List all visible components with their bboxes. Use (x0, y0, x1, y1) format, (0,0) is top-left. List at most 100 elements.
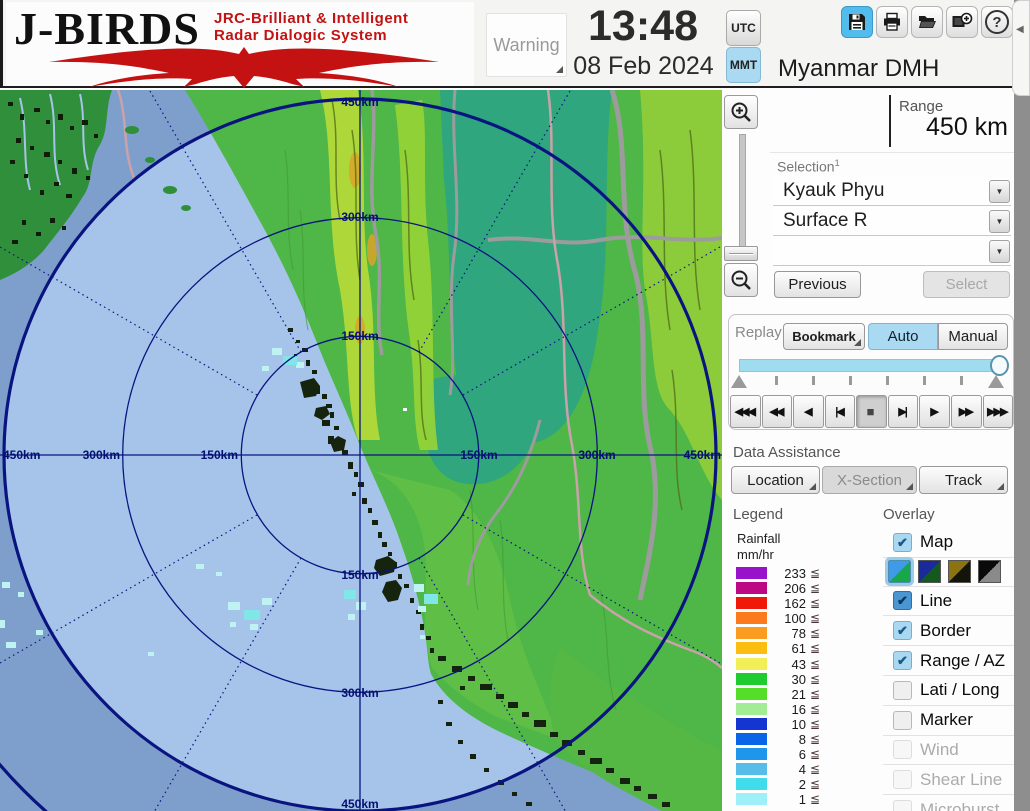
slider-tick (886, 376, 889, 385)
playback-button[interactable]: ▶| (888, 395, 919, 428)
zoom-in-button[interactable] (724, 95, 758, 129)
less-equal-sign: ≦ (810, 687, 820, 701)
track-button[interactable]: Track (919, 466, 1008, 494)
less-equal-sign: ≦ (810, 566, 820, 580)
checkbox[interactable]: ✔ (893, 711, 912, 730)
playback-button[interactable]: ■ (856, 395, 887, 428)
zoom-out-button[interactable] (724, 263, 758, 297)
bookmark-button[interactable]: Bookmark (783, 323, 865, 350)
checkbox[interactable]: ✔ (893, 740, 912, 759)
slider-tick (775, 376, 778, 385)
legend-color-swatch (736, 718, 767, 730)
check-icon: ✔ (897, 653, 908, 668)
overlay-row[interactable]: ✔ Shear Line (883, 764, 1014, 794)
ring-label: 450km (341, 95, 378, 109)
playback-controls: ◀◀◀ ◀◀ ◀ |◀ ■ ▶| ▶ ▶▶ ▶▶▶ (730, 395, 1013, 428)
legend-row: 30 ≦ (736, 672, 831, 687)
legend-value: 100 (770, 611, 806, 626)
legend-color-swatch (736, 582, 767, 594)
playback-button[interactable]: ◀◀ (762, 395, 793, 428)
legend-unit: mm/hr (737, 547, 774, 562)
previous-button[interactable]: Previous (774, 271, 861, 298)
ring-label: 300km (341, 686, 378, 700)
less-equal-sign: ≦ (810, 747, 820, 761)
save-button[interactable] (841, 6, 873, 38)
chevron-down-icon[interactable]: ▼ (989, 180, 1010, 203)
chevron-down-icon[interactable]: ▼ (989, 240, 1010, 263)
legend-row: 21 ≦ (736, 687, 831, 702)
map-style-swatch[interactable] (978, 560, 1001, 583)
help-button[interactable]: ? (981, 6, 1013, 38)
zoom-slider-track[interactable] (739, 134, 746, 254)
overlay-item-label: Range / AZ (920, 651, 1005, 671)
overlay-row[interactable]: ✔ Range / AZ (883, 645, 1014, 675)
map-style-swatch[interactable] (888, 560, 911, 583)
utc-button[interactable]: UTC (726, 10, 761, 46)
overlay-list: ✔ Map ✔ Line ✔ Border (883, 528, 1014, 811)
extra-dropdown[interactable]: ▼ (773, 237, 1011, 266)
radar-map[interactable]: 450km 300km 150km 150km 300km 450km 450k… (0, 90, 722, 811)
playback-button[interactable]: ▶ (919, 395, 950, 428)
legend-row: 61 ≦ (736, 641, 831, 656)
checkbox[interactable]: ✔ (893, 651, 912, 670)
legend-value: 43 (770, 657, 806, 672)
zoom-in-icon (730, 101, 752, 123)
map-style-swatch[interactable] (918, 560, 941, 583)
zoom-slider-handle[interactable] (724, 246, 758, 261)
checkbox[interactable]: ✔ (893, 800, 912, 811)
less-equal-sign: ≦ (810, 792, 820, 806)
legend-value: 2 (770, 777, 806, 792)
ring-label: 150km (460, 448, 497, 462)
select-button: Select (923, 271, 1010, 298)
print-button[interactable] (876, 6, 908, 38)
checkbox[interactable]: ✔ (893, 591, 912, 610)
collapse-arrow-icon: ◀ (1016, 24, 1024, 35)
panel-collapse-tab[interactable] (1012, 0, 1030, 96)
chevron-down-icon[interactable]: ▼ (989, 210, 1010, 233)
range-value: 450 km (860, 113, 1008, 142)
replay-slider-handle[interactable] (990, 355, 1009, 376)
less-equal-sign: ≦ (810, 626, 820, 640)
overlay-row[interactable]: ✔ Microburst (883, 794, 1014, 811)
legend-value: 1 (770, 792, 806, 807)
ring-label: 450km (684, 448, 721, 462)
legend-color-swatch (736, 688, 767, 700)
legend-color-swatch (736, 597, 767, 609)
playback-button[interactable]: ▶▶ (951, 395, 982, 428)
overlay-row[interactable]: ✔ Line (883, 586, 1014, 616)
add-image-button[interactable] (946, 6, 978, 38)
map-style-swatch[interactable] (948, 560, 971, 583)
open-folder-icon (917, 12, 937, 32)
checkbox[interactable]: ✔ (893, 533, 912, 552)
less-equal-sign: ≦ (810, 641, 820, 655)
slider-start-marker[interactable] (731, 375, 747, 388)
mmt-button[interactable]: MMT (726, 47, 761, 83)
auto-button[interactable]: Auto (868, 323, 938, 350)
open-file-button[interactable] (911, 6, 943, 38)
location-button[interactable]: Location (731, 466, 820, 494)
legend-row: 4 ≦ (736, 762, 831, 777)
checkbox[interactable]: ✔ (893, 681, 912, 700)
legend-value: 61 (770, 641, 806, 656)
site-dropdown[interactable]: Kyauk Phyu ▼ (773, 177, 1011, 206)
product-dropdown[interactable]: Surface R ▼ (773, 207, 1011, 236)
checkbox[interactable]: ✔ (893, 621, 912, 640)
playback-button[interactable]: |◀ (825, 395, 856, 428)
playback-button[interactable]: ▶▶▶ (983, 395, 1014, 428)
overlay-row-map[interactable]: ✔ Map (883, 528, 1014, 557)
playback-button[interactable]: ◀ (793, 395, 824, 428)
slider-tick (960, 376, 963, 385)
site-dropdown-value: Kyauk Phyu (783, 180, 884, 202)
overlay-row[interactable]: ✔ Wind (883, 735, 1014, 765)
less-equal-sign: ≦ (810, 611, 820, 625)
less-equal-sign: ≦ (810, 672, 820, 686)
overlay-row[interactable]: ✔ Marker (883, 705, 1014, 735)
playback-button[interactable]: ◀◀◀ (730, 395, 761, 428)
overlay-row[interactable]: ✔ Border (883, 615, 1014, 645)
manual-button[interactable]: Manual (938, 323, 1008, 350)
overlay-row[interactable]: ✔ Lati / Long (883, 675, 1014, 705)
checkbox[interactable]: ✔ (893, 770, 912, 789)
replay-slider-track[interactable] (739, 359, 1005, 372)
overlay-item-label: Marker (920, 710, 973, 730)
slider-end-marker[interactable] (988, 375, 1004, 388)
